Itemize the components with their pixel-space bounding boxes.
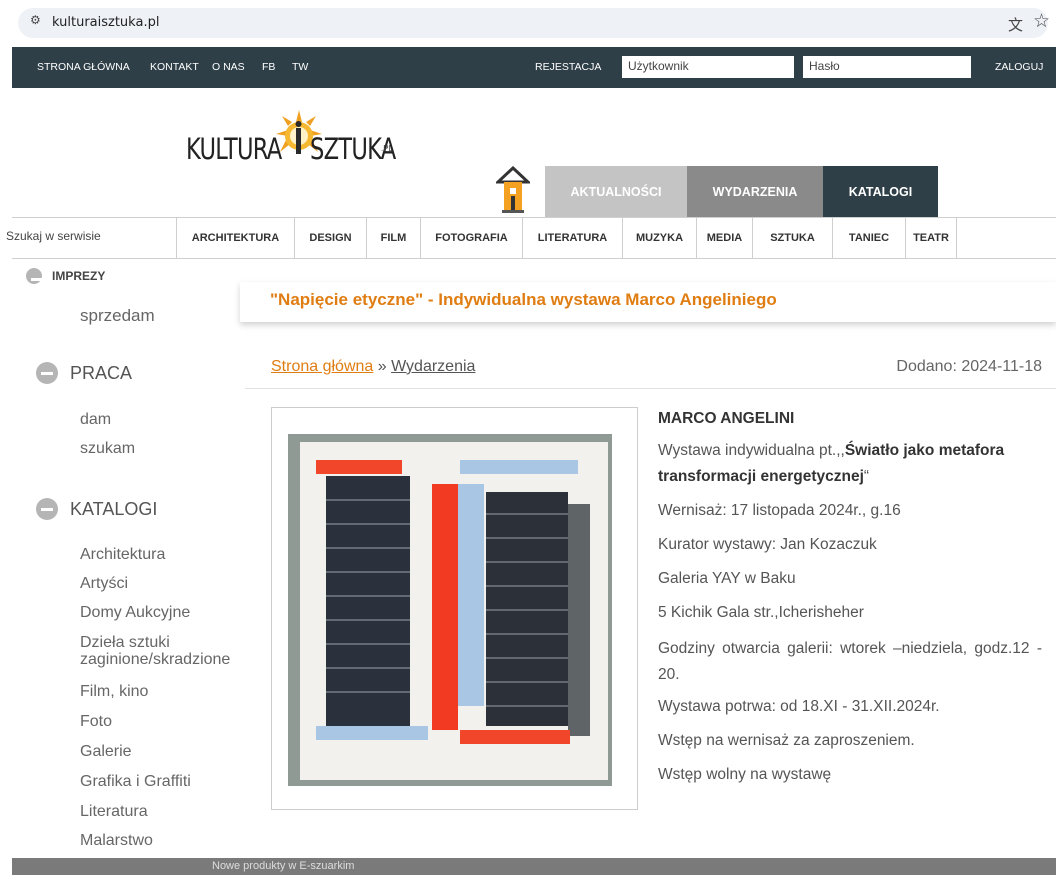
sidebar-section-imprezy[interactable]: IMPREZY — [26, 268, 105, 284]
sidebar-link-galerie[interactable]: Galerie — [80, 743, 132, 761]
exhibition-duration: Wystawa potrwa: od 18.XI - 31.XII.2024r. — [658, 698, 940, 715]
collapse-icon — [36, 362, 58, 384]
category-architektura[interactable]: ARCHITEKTURA — [176, 217, 294, 259]
url-text[interactable]: kulturaisztuka.pl — [52, 15, 159, 30]
sidebar-link-literatura[interactable]: Literatura — [80, 803, 148, 821]
sidebar-link-malarstwo[interactable]: Malarstwo — [80, 832, 153, 850]
divider — [245, 388, 1056, 389]
logo-pl: .PL — [381, 144, 394, 153]
browser-toolbar: ⚙ kulturaisztuka.pl 文 ☆ — [0, 0, 1056, 47]
sidebar-link-szukam[interactable]: szukam — [80, 440, 135, 458]
logo-text-left: KULTURA — [186, 132, 282, 166]
category-film[interactable]: FILM — [366, 217, 420, 259]
category-taniec[interactable]: TANIEC — [832, 217, 905, 259]
site-info-icon[interactable]: ⚙ — [30, 13, 41, 27]
opening-hours: Godziny otwarcia galerii: wtorek –niedzi… — [658, 640, 1042, 683]
vernissage-entry: Wstęp na wernisaż za zaproszeniem. — [658, 732, 915, 749]
sidebar-link-dam[interactable]: dam — [80, 411, 111, 429]
vernissage-info: Wernisaż: 17 listopada 2024r., g.16 — [658, 502, 901, 519]
sidebar-link-foto[interactable]: Foto — [80, 713, 112, 731]
sidebar-link-dziela-zaginione[interactable]: Dzieła sztuki zaginione/skradzione — [80, 634, 245, 668]
exhibition-suffix: “ — [863, 468, 870, 485]
collapse-icon — [36, 498, 58, 520]
bookmark-star-icon[interactable]: ☆ — [1033, 10, 1050, 33]
home-icon — [494, 165, 532, 213]
footer-bar: Nowe produkty w E-szuarkim — [12, 858, 1056, 875]
tab-aktualnosci[interactable]: AKTUALNOŚCI — [545, 166, 687, 217]
tab-wydarzenia[interactable]: WYDARZENIA — [687, 166, 823, 217]
breadcrumb-section-link[interactable]: Wydarzenia — [391, 358, 475, 375]
entry-info: Wstęp wolny na wystawę — [658, 766, 832, 783]
category-sztuka[interactable]: SZTUKA — [752, 217, 832, 259]
sidebar-link-sprzedam[interactable]: sprzedam — [80, 307, 155, 325]
curator-info: Kurator wystawy: Jan Kozaczuk — [658, 536, 877, 553]
category-muzyka[interactable]: MUZYKA — [622, 217, 696, 259]
date-added: Dodano: 2024-11-18 — [896, 358, 1042, 375]
sidebar-katalogi-label: KATALOGI — [70, 498, 158, 519]
search-input[interactable]: Szukaj w serwisie — [6, 229, 166, 249]
site-logo[interactable]: KULTURA SZTUKA .PL — [186, 108, 446, 168]
sidebar-link-film-kino[interactable]: Film, kino — [80, 683, 148, 701]
sidebar-section-praca[interactable]: PRACA — [36, 362, 132, 384]
gallery-name: Galeria YAY w Baku — [658, 570, 796, 587]
artwork-image-frame[interactable] — [271, 407, 638, 810]
category-design[interactable]: DESIGN — [294, 217, 366, 259]
nav-fb[interactable]: FB — [262, 61, 275, 73]
home-button[interactable] — [494, 165, 532, 216]
sidebar-link-architektura[interactable]: Architektura — [80, 546, 165, 564]
collapse-icon — [26, 268, 43, 284]
register-link[interactable]: REJESTACJA — [535, 61, 601, 73]
login-button[interactable]: ZALOGUJ — [995, 61, 1043, 73]
category-literatura[interactable]: LITERATURA — [522, 217, 622, 259]
top-navigation: STRONA GŁÓWNA KONTAKT O NAS FB TW REJEST… — [12, 47, 1056, 88]
sidebar-section-katalogi[interactable]: KATALOGI — [36, 498, 157, 520]
nav-tw[interactable]: TW — [292, 61, 308, 73]
nav-home[interactable]: STRONA GŁÓWNA — [37, 61, 130, 73]
sidebar-link-grafika[interactable]: Grafika i Graffiti — [80, 773, 191, 791]
article-title: "Napięcie etyczne" - Indywidualna wystaw… — [270, 290, 777, 309]
address-bar[interactable] — [18, 8, 1048, 38]
category-media[interactable]: MEDIA — [696, 217, 752, 259]
nav-about[interactable]: O NAS — [212, 61, 245, 73]
artist-name: MARCO ANGELINI — [658, 410, 795, 427]
footer-text: Nowe produkty w E-szuarkim — [212, 860, 355, 872]
event-info: MARCO ANGELINI Wystawa indywidualna pt.,… — [658, 408, 1042, 798]
gallery-address: 5 Kichik Gala str.,Icherisheher — [658, 604, 864, 621]
breadcrumb-home-link[interactable]: Strona główna — [271, 358, 373, 375]
breadcrumb-separator: » — [373, 358, 392, 375]
sidebar-imprezy-label: IMPREZY — [52, 269, 106, 283]
sidebar-praca-label: PRACA — [70, 362, 133, 383]
password-input[interactable]: Hasło — [803, 56, 971, 78]
sidebar-link-artysci[interactable]: Artyści — [80, 575, 128, 593]
artwork-image — [288, 434, 612, 786]
category-fotografia[interactable]: FOTOGRAFIA — [420, 217, 522, 259]
translate-icon[interactable]: 文 — [1008, 14, 1023, 35]
nav-contact[interactable]: KONTAKT — [150, 61, 199, 73]
tab-katalogi[interactable]: KATALOGI — [823, 166, 938, 217]
breadcrumb: Strona główna » Wydarzenia — [271, 358, 475, 376]
username-input[interactable]: Użytkownik — [622, 56, 794, 78]
exhibition-prefix: Wystawa indywidualna pt.,, — [658, 442, 845, 459]
category-teatr[interactable]: TEATR — [905, 217, 957, 259]
exhibition-description: Wystawa indywidualna pt.,,Światło jako m… — [658, 438, 1042, 490]
sidebar-link-domy-aukcyjne[interactable]: Domy Aukcyjne — [80, 604, 190, 622]
